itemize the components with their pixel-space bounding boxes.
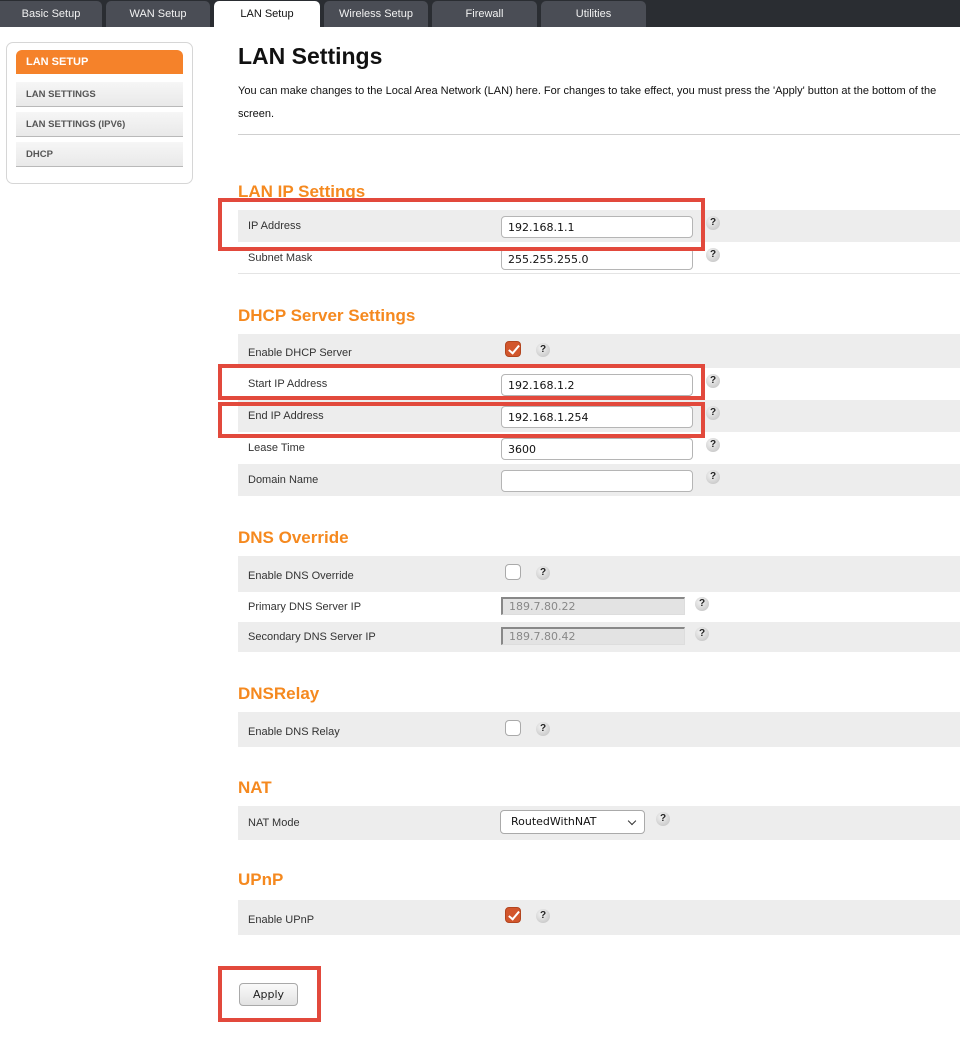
section-title-upnp: UPnP bbox=[238, 870, 284, 889]
enable-dns-relay-checkbox[interactable] bbox=[505, 720, 521, 736]
chevron-down-icon bbox=[627, 816, 637, 826]
tab-firewall[interactable]: Firewall bbox=[432, 1, 537, 27]
help-icon[interactable]: ? bbox=[536, 722, 550, 736]
enable-dhcp-label: Enable DHCP Server bbox=[248, 347, 352, 359]
row-subnet-mask: Subnet Mask ? bbox=[238, 242, 960, 274]
tab-utilities[interactable]: Utilities bbox=[541, 1, 646, 27]
help-icon[interactable]: ? bbox=[706, 406, 720, 420]
enable-dhcp-checkbox[interactable] bbox=[505, 341, 521, 357]
lease-time-label: Lease Time bbox=[248, 442, 305, 454]
row-start-ip: Start IP Address ? bbox=[238, 368, 960, 400]
row-nat-mode: NAT Mode RoutedWithNAT ? bbox=[238, 806, 960, 840]
sidebar-item-lan-settings-ipv6[interactable]: LAN SETTINGS (IPV6) bbox=[16, 112, 183, 137]
ip-address-label: IP Address bbox=[248, 220, 301, 232]
row-lease-time: Lease Time ? bbox=[238, 432, 960, 464]
primary-dns-label: Primary DNS Server IP bbox=[248, 601, 362, 613]
subnet-mask-input[interactable] bbox=[501, 248, 693, 270]
lease-time-input[interactable] bbox=[501, 438, 693, 460]
apply-button[interactable]: Apply bbox=[239, 983, 298, 1006]
end-ip-input[interactable] bbox=[501, 406, 693, 428]
enable-upnp-checkbox[interactable] bbox=[505, 907, 521, 923]
subnet-mask-label: Subnet Mask bbox=[248, 252, 313, 264]
enable-dns-override-checkbox[interactable] bbox=[505, 564, 521, 580]
sidebar-item-dhcp[interactable]: DHCP bbox=[16, 142, 183, 167]
help-icon[interactable]: ? bbox=[706, 438, 720, 452]
primary-dns-input bbox=[501, 597, 685, 615]
sidebar-item-lan-settings[interactable]: LAN SETTINGS bbox=[16, 82, 183, 107]
sidebar-heading[interactable]: LAN SETUP bbox=[16, 50, 183, 74]
row-primary-dns: Primary DNS Server IP ? bbox=[238, 592, 960, 622]
row-end-ip: End IP Address ? bbox=[238, 400, 960, 432]
tab-wan-setup[interactable]: WAN Setup bbox=[106, 1, 210, 27]
row-domain-name: Domain Name ? bbox=[238, 464, 960, 496]
help-icon[interactable]: ? bbox=[706, 248, 720, 262]
row-enable-dns-override: Enable DNS Override ? bbox=[238, 556, 960, 592]
help-icon[interactable]: ? bbox=[695, 597, 709, 611]
tab-wireless-setup[interactable]: Wireless Setup bbox=[324, 1, 428, 27]
row-enable-dhcp: Enable DHCP Server ? bbox=[238, 334, 960, 368]
help-icon[interactable]: ? bbox=[706, 216, 720, 230]
start-ip-input[interactable] bbox=[501, 374, 693, 396]
sidebar: LAN SETUP LAN SETTINGS LAN SETTINGS (IPV… bbox=[6, 42, 193, 184]
tab-basic-setup[interactable]: Basic Setup bbox=[0, 1, 102, 27]
help-icon[interactable]: ? bbox=[656, 812, 670, 826]
domain-name-label: Domain Name bbox=[248, 474, 319, 486]
tab-lan-setup[interactable]: LAN Setup bbox=[214, 1, 320, 27]
help-icon[interactable]: ? bbox=[536, 566, 550, 580]
secondary-dns-label: Secondary DNS Server IP bbox=[248, 631, 376, 643]
row-secondary-dns: Secondary DNS Server IP ? bbox=[238, 622, 960, 652]
section-title-dns-relay: DNSRelay bbox=[238, 684, 320, 703]
end-ip-label: End IP Address bbox=[248, 410, 324, 422]
section-title-dns-override: DNS Override bbox=[238, 528, 349, 547]
page-intro: You can make changes to the Local Area N… bbox=[238, 85, 937, 120]
help-icon[interactable]: ? bbox=[695, 627, 709, 641]
help-icon[interactable]: ? bbox=[536, 343, 550, 357]
domain-name-input[interactable] bbox=[501, 470, 693, 492]
enable-dns-relay-label: Enable DNS Relay bbox=[248, 726, 340, 738]
ip-address-input[interactable] bbox=[501, 216, 693, 238]
help-icon[interactable]: ? bbox=[706, 470, 720, 484]
top-tab-bar: Basic Setup WAN Setup LAN Setup Wireless… bbox=[0, 0, 960, 27]
row-enable-dns-relay: Enable DNS Relay ? bbox=[238, 712, 960, 747]
section-title-lan-ip: LAN IP Settings bbox=[238, 182, 366, 201]
enable-upnp-label: Enable UPnP bbox=[248, 914, 315, 926]
section-title-dhcp: DHCP Server Settings bbox=[238, 306, 416, 325]
help-icon[interactable]: ? bbox=[536, 909, 550, 923]
page-title: LAN Settings bbox=[238, 43, 383, 69]
section-title-nat: NAT bbox=[238, 778, 272, 797]
divider bbox=[238, 134, 960, 135]
row-ip-address: IP Address ? bbox=[238, 210, 960, 242]
nat-mode-select[interactable]: RoutedWithNAT bbox=[500, 810, 645, 834]
help-icon[interactable]: ? bbox=[706, 374, 720, 388]
start-ip-label: Start IP Address bbox=[248, 378, 328, 390]
nat-mode-value: RoutedWithNAT bbox=[511, 815, 597, 828]
nat-mode-label: NAT Mode bbox=[248, 817, 300, 829]
row-enable-upnp: Enable UPnP ? bbox=[238, 900, 960, 935]
secondary-dns-input bbox=[501, 627, 685, 645]
enable-dns-override-label: Enable DNS Override bbox=[248, 570, 354, 582]
